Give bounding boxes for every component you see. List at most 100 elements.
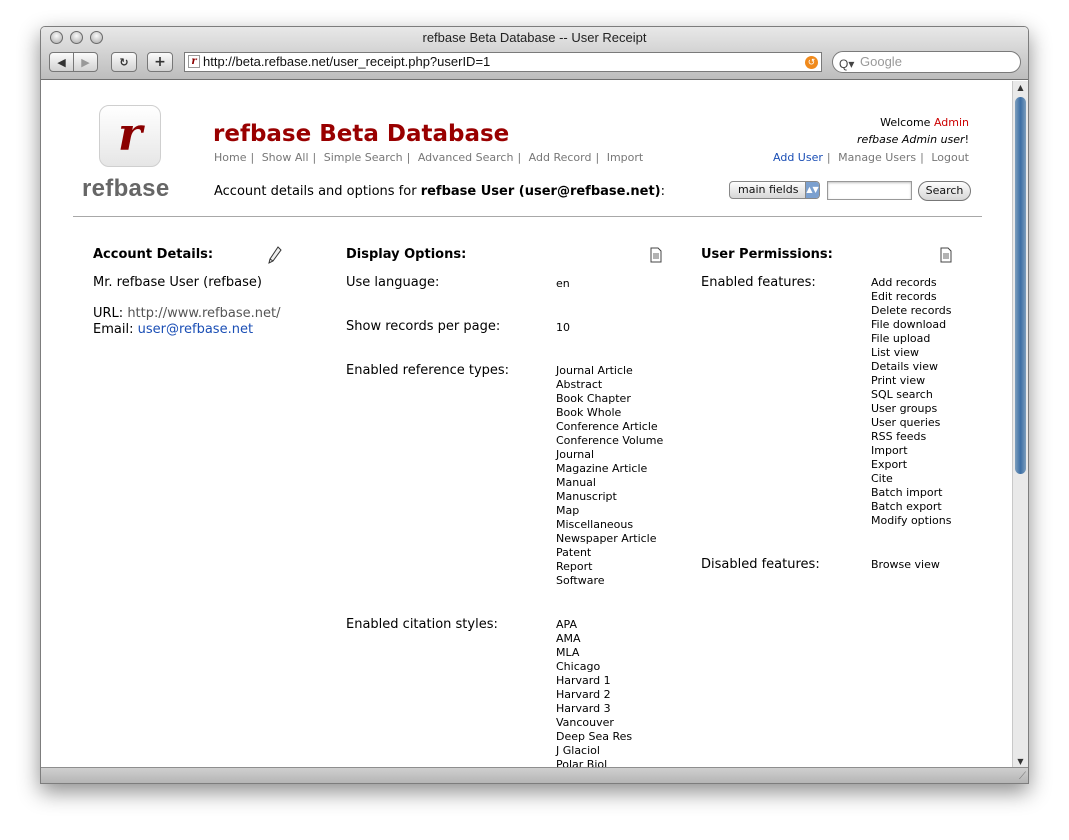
nav-add-user[interactable]: Add User [773,151,823,164]
logo-wordmark: refbase [82,175,170,202]
browser-search-field[interactable]: Q▾ Google [832,51,1021,73]
welcome-message: Welcome Admin [880,116,969,129]
snapback-icon[interactable]: ↺ [805,56,818,69]
list-item: Import [871,444,908,457]
list-item: Deep Sea Res [556,730,633,743]
reload-icon: ↻ [119,55,129,69]
scroll-thumb[interactable] [1015,97,1026,474]
reference-types-list: Journal Article Abstract Book Chapter Bo… [556,364,663,588]
list-item: Add records [871,276,937,289]
language-label: Use language: [346,275,440,290]
search-icon: Q▾ [839,57,855,71]
list-item: Batch import [871,486,943,499]
account-email-row: Email: user@refbase.net [93,322,253,337]
list-item: MLA [556,646,580,659]
page-content: r refbase refbase Beta Database Home | Sh… [41,81,1014,769]
select-arrows-icon: ▲▼ [805,182,819,198]
refbase-favicon-icon: r [188,55,200,68]
reference-types-label: Enabled reference types: [346,363,510,378]
nav-manage-users[interactable]: Manage Users [838,151,916,164]
list-item: APA [556,618,577,631]
email-link[interactable]: user@refbase.net [138,322,253,337]
records-per-page-value: 10 [556,321,570,334]
user-role-text: refbase Admin user [856,133,965,146]
welcome-prefix: Welcome [880,116,934,129]
edit-pencil-icon[interactable] [268,246,282,264]
search-button[interactable]: Search [918,181,971,201]
user-permissions-heading: User Permissions: [701,247,833,262]
refbase-r-icon: r [117,107,143,161]
main-nav: Home | Show All | Simple Search | Advanced … [214,151,644,164]
nav-import[interactable]: Import [607,151,644,164]
nav-logout[interactable]: Logout [931,151,969,164]
list-item: File download [871,318,947,331]
list-item: Print view [871,374,926,387]
list-item: SQL search [871,388,933,401]
list-item: Manuscript [556,490,617,503]
title-bar: refbase Beta Database -- User Receipt ◀ … [41,27,1028,80]
list-item: Export [871,458,908,471]
enabled-features-list: Add records Edit records Delete records … [871,276,952,528]
account-url-row: URL: http://www.refbase.net/ [93,306,280,321]
back-arrow-icon: ◀ [57,55,66,69]
list-item: Harvard 1 [556,674,611,687]
list-item: List view [871,346,920,359]
disabled-features-label: Disabled features: [701,557,820,572]
refbase-logo[interactable]: r [99,105,161,167]
list-item: Manual [556,476,596,489]
nav-add-record[interactable]: Add Record [529,151,592,164]
nav-show-all[interactable]: Show All [262,151,309,164]
nav-advanced-search[interactable]: Advanced Search [418,151,514,164]
permissions-document-icon[interactable] [940,247,952,263]
list-item: Newspaper Article [556,532,657,545]
display-options-document-icon[interactable] [650,247,662,263]
add-bookmark-button[interactable]: + [147,52,173,72]
browser-search-placeholder: Google [860,54,902,69]
list-item: Harvard 3 [556,702,611,715]
list-item: Conference Volume [556,434,664,447]
list-item: J Glaciol [556,744,600,757]
browser-window: refbase Beta Database -- User Receipt ◀ … [40,26,1029,784]
address-bar[interactable]: r http://beta.refbase.net/user_receipt.p… [184,52,822,72]
list-item: User queries [871,416,941,429]
list-item: File upload [871,332,931,345]
account-name: Mr. refbase User (refbase) [93,275,262,290]
quick-search-input[interactable] [827,181,912,200]
scroll-up-icon[interactable]: ▲ [1013,81,1028,95]
search-field-select-value: main fields [738,183,799,196]
admin-nav: Add User | Manage Users | Logout [773,151,969,164]
records-per-page-label: Show records per page: [346,319,501,334]
welcome-admin-link[interactable]: Admin [934,116,969,129]
list-item: Cite [871,472,893,485]
list-item: Edit records [871,290,937,303]
list-item: AMA [556,632,581,645]
url-label: URL: [93,306,124,321]
list-item: Magazine Article [556,462,648,475]
site-title: refbase Beta Database [213,121,510,147]
account-suffix: : [660,184,666,199]
forward-button[interactable]: ▶ [73,52,98,72]
nav-home[interactable]: Home [214,151,246,164]
list-item: Modify options [871,514,952,527]
list-item: Conference Article [556,420,658,433]
search-field-select[interactable]: main fields ▲▼ [729,181,820,199]
list-item: Abstract [556,378,603,391]
list-item: Journal Article [556,364,633,377]
list-item: Chicago [556,660,601,673]
window-title: refbase Beta Database -- User Receipt [422,30,647,45]
nav-simple-search[interactable]: Simple Search [324,151,403,164]
back-button[interactable]: ◀ [49,52,74,72]
address-text: http://beta.refbase.net/user_receipt.php… [203,54,491,69]
list-item: Browse view [871,558,940,571]
list-item: Book Whole [556,406,622,419]
resize-grip-icon[interactable]: ⟋ [1019,771,1026,782]
url-value[interactable]: http://www.refbase.net/ [127,306,280,321]
user-role: refbase Admin user! [857,133,969,146]
list-item: Vancouver [556,716,614,729]
reload-button[interactable]: ↻ [111,52,137,72]
account-details-heading: Account Details: [93,247,214,262]
status-bar: ⟋ [41,767,1028,783]
plus-icon: + [154,54,166,70]
account-prefix: Account details and options for [214,184,421,199]
vertical-scrollbar[interactable]: ▲ ▼ [1012,81,1028,769]
